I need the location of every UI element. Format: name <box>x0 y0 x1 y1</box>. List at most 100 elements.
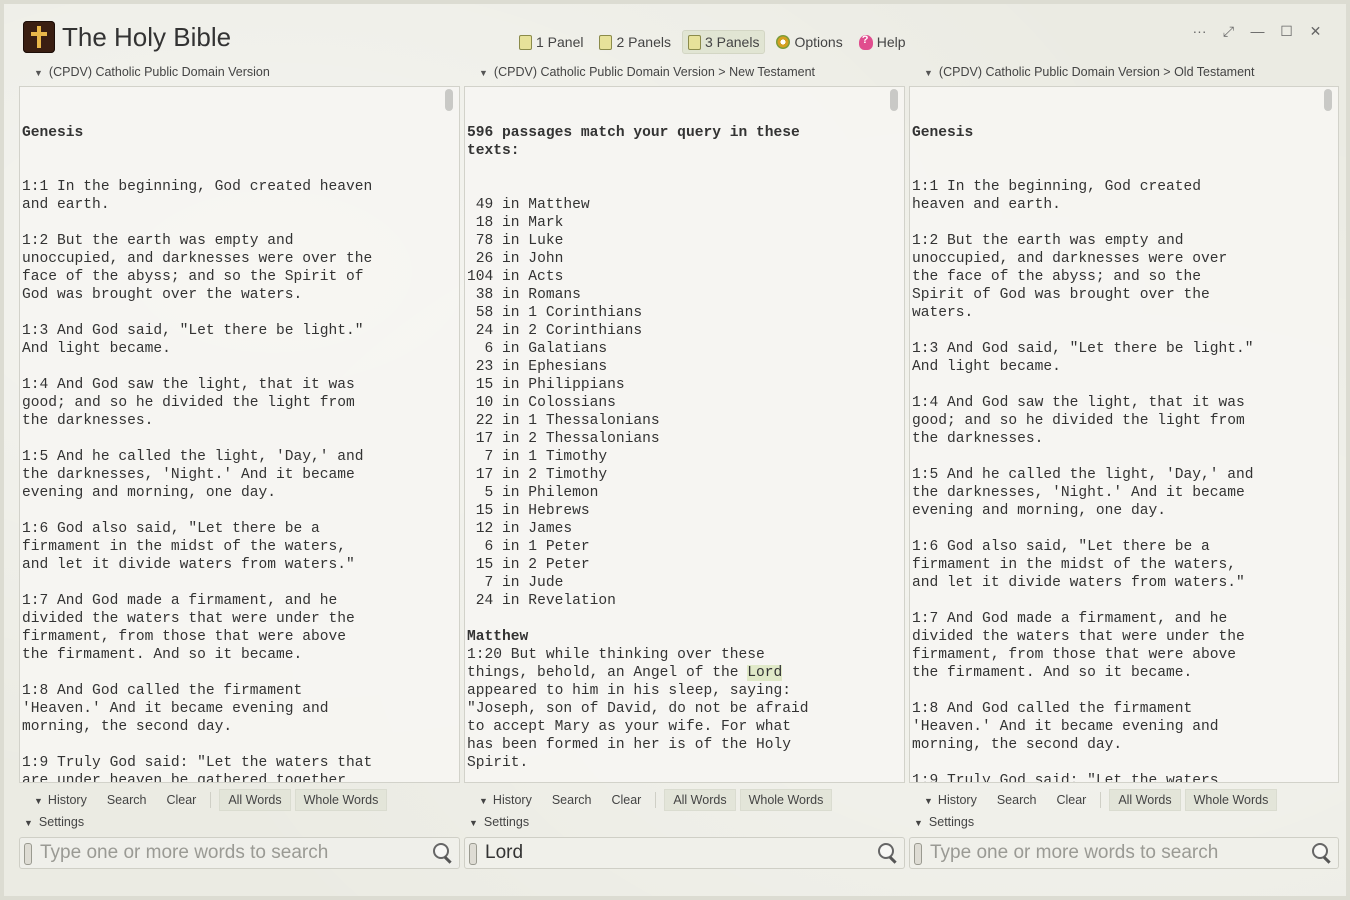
search-button[interactable]: Search <box>987 790 1047 810</box>
history-dropdown[interactable]: ▼ History <box>479 790 542 810</box>
panel-3-scrollbar[interactable] <box>1324 89 1332 111</box>
help-button[interactable]: Help <box>854 30 911 54</box>
book-count-row[interactable]: 24 in 2 Corinthians <box>467 322 886 340</box>
book-count-row[interactable]: 58 in 1 Corinthians <box>467 304 886 322</box>
grip-handle-icon <box>24 843 32 865</box>
book-count-row[interactable]: 7 in 1 Timothy <box>467 448 886 466</box>
search-icon[interactable] <box>433 843 449 859</box>
toolbar-separator <box>655 792 657 808</box>
verse-text: 1:1 In the beginning, God created heaven… <box>22 179 373 213</box>
verse-text: 1:2 But the earth was empty and unoccupi… <box>912 233 1228 321</box>
all-words-toggle[interactable]: All Words <box>219 789 291 811</box>
book-count-row[interactable]: 12 in James <box>467 520 886 538</box>
close-icon[interactable]: ✕ <box>1301 20 1330 42</box>
verse-text: 1:3 And God said, "Let there be light." … <box>912 341 1254 375</box>
settings-label: Settings <box>928 815 975 829</box>
more-options-icon[interactable]: ··· <box>1185 20 1214 42</box>
panel-2-translation-selector[interactable]: ▼ (CPDV) Catholic Public Domain Version >… <box>479 64 815 80</box>
dropdown-triangle-icon: ▼ <box>914 818 923 828</box>
book-count-row[interactable]: 104 in Acts <box>467 268 886 286</box>
book-count-row[interactable]: 24 in Revelation <box>467 592 886 610</box>
panel-3-search-box <box>909 837 1339 869</box>
whole-words-toggle[interactable]: Whole Words <box>294 789 388 811</box>
panel-1-search-input[interactable] <box>40 841 409 865</box>
minimize-icon[interactable]: — <box>1243 20 1272 42</box>
panel-1-text-view[interactable]: Genesis 1:1 In the beginning, God create… <box>19 86 460 783</box>
clear-button[interactable]: Clear <box>601 790 651 810</box>
verse-text: 1:9 Truly God said: "Let the waters that… <box>22 755 373 783</box>
panel-2-scrollbar[interactable] <box>890 89 898 111</box>
dropdown-triangle-icon: ▼ <box>924 68 933 78</box>
help-icon <box>858 34 873 50</box>
clear-button[interactable]: Clear <box>156 790 206 810</box>
panel-2-search-input[interactable] <box>485 841 854 865</box>
panel-icon <box>599 34 613 50</box>
book-count-row[interactable]: 15 in Hebrews <box>467 502 886 520</box>
panel-icon <box>519 34 532 50</box>
history-dropdown[interactable]: ▼ History <box>34 790 97 810</box>
panel-1-search-bar: ▼ History Search Clear All Words Whole Wo… <box>34 789 388 811</box>
maximize-icon[interactable]: ☐ <box>1272 20 1301 42</box>
book-count-row[interactable]: 78 in Luke <box>467 232 886 250</box>
bible-cross-icon <box>23 21 55 53</box>
fullscreen-icon[interactable]: ⤢ <box>1214 20 1243 42</box>
panel-2-search-bar: ▼ History Search Clear All Words Whole Wo… <box>479 789 833 811</box>
book-count-row[interactable]: 17 in 2 Thessalonians <box>467 430 886 448</box>
book-count-row[interactable]: 38 in Romans <box>467 286 886 304</box>
history-dropdown[interactable]: ▼ History <box>924 790 987 810</box>
book-count-row[interactable]: 10 in Colossians <box>467 394 886 412</box>
book-count-row[interactable]: 49 in Matthew <box>467 196 886 214</box>
dropdown-triangle-icon: ▼ <box>34 68 43 78</box>
app-window: The Holy Bible 1 Panel 2 Panels 3 Panels… <box>0 0 1350 900</box>
verse-text: 1:4 And God saw the light, that it was g… <box>912 395 1245 447</box>
search-icon[interactable] <box>878 843 894 859</box>
panel-2-text-view[interactable]: 596 passages match your query in these t… <box>464 86 905 783</box>
panel-1-scrollbar[interactable] <box>445 89 453 111</box>
book-count-row[interactable]: 17 in 2 Timothy <box>467 466 886 484</box>
search-summary: 596 passages match your query in these t… <box>467 125 800 159</box>
panel-3-search-bar: ▼ History Search Clear All Words Whole Wo… <box>924 789 1278 811</box>
clear-button[interactable]: Clear <box>1046 790 1096 810</box>
search-button[interactable]: Search <box>97 790 157 810</box>
whole-words-toggle[interactable]: Whole Words <box>739 789 833 811</box>
panel-2-settings-expander[interactable]: ▼ Settings <box>469 815 529 829</box>
view-toolbar: 1 Panel 2 Panels 3 Panels Options Help <box>514 30 911 54</box>
grip-handle-icon <box>469 843 477 865</box>
two-panels-button[interactable]: 2 Panels <box>594 30 675 54</box>
book-count-row[interactable]: 7 in Jude <box>467 574 886 592</box>
verse-text: 1:9 Truly God said: "Let the waters that… <box>912 773 1219 783</box>
book-count-row[interactable]: 18 in Mark <box>467 214 886 232</box>
dropdown-triangle-icon: ▼ <box>469 818 478 828</box>
panel-2-search-box <box>464 837 905 869</box>
three-panels-button[interactable]: 3 Panels <box>681 30 766 54</box>
verse-text: 1:8 And God called the firmament 'Heaven… <box>22 683 329 735</box>
result-verse-text: 1:20 But while thinking over these thing… <box>467 646 886 772</box>
all-words-toggle[interactable]: All Words <box>1109 789 1181 811</box>
book-count-row[interactable]: 23 in Ephesians <box>467 358 886 376</box>
settings-label: Settings <box>483 815 530 829</box>
toolbar-separator <box>1100 792 1102 808</box>
one-panel-button[interactable]: 1 Panel <box>514 30 588 54</box>
book-count-row[interactable]: 15 in Philippians <box>467 376 886 394</box>
book-count-row[interactable]: 22 in 1 Thessalonians <box>467 412 886 430</box>
panel-3-search-input[interactable] <box>930 841 1288 865</box>
book-count-row[interactable]: 6 in Galatians <box>467 340 886 358</box>
result-book-heading: Matthew <box>467 629 529 645</box>
search-icon[interactable] <box>1312 843 1328 859</box>
panel-1-settings-expander[interactable]: ▼ Settings <box>24 815 84 829</box>
book-count-row[interactable]: 5 in Philemon <box>467 484 886 502</box>
all-words-toggle[interactable]: All Words <box>664 789 736 811</box>
book-count-row[interactable]: 6 in 1 Peter <box>467 538 886 556</box>
verse-text: 1:8 And God called the firmament 'Heaven… <box>912 701 1219 753</box>
whole-words-toggle[interactable]: Whole Words <box>1184 789 1278 811</box>
search-button[interactable]: Search <box>542 790 602 810</box>
book-count-row[interactable]: 15 in 2 Peter <box>467 556 886 574</box>
panel-3-settings-expander[interactable]: ▼ Settings <box>914 815 974 829</box>
three-panels-label: 3 Panels <box>704 34 760 50</box>
panel-1-translation-selector[interactable]: ▼ (CPDV) Catholic Public Domain Version <box>34 64 270 80</box>
panel-3-translation-selector[interactable]: ▼ (CPDV) Catholic Public Domain Version >… <box>924 64 1254 80</box>
options-button[interactable]: Options <box>771 30 847 54</box>
panel-3-text-view[interactable]: Genesis 1:1 In the beginning, God create… <box>909 86 1339 783</box>
panel-2-header-label: (CPDV) Catholic Public Domain Version > … <box>493 65 816 79</box>
book-count-row[interactable]: 26 in John <box>467 250 886 268</box>
